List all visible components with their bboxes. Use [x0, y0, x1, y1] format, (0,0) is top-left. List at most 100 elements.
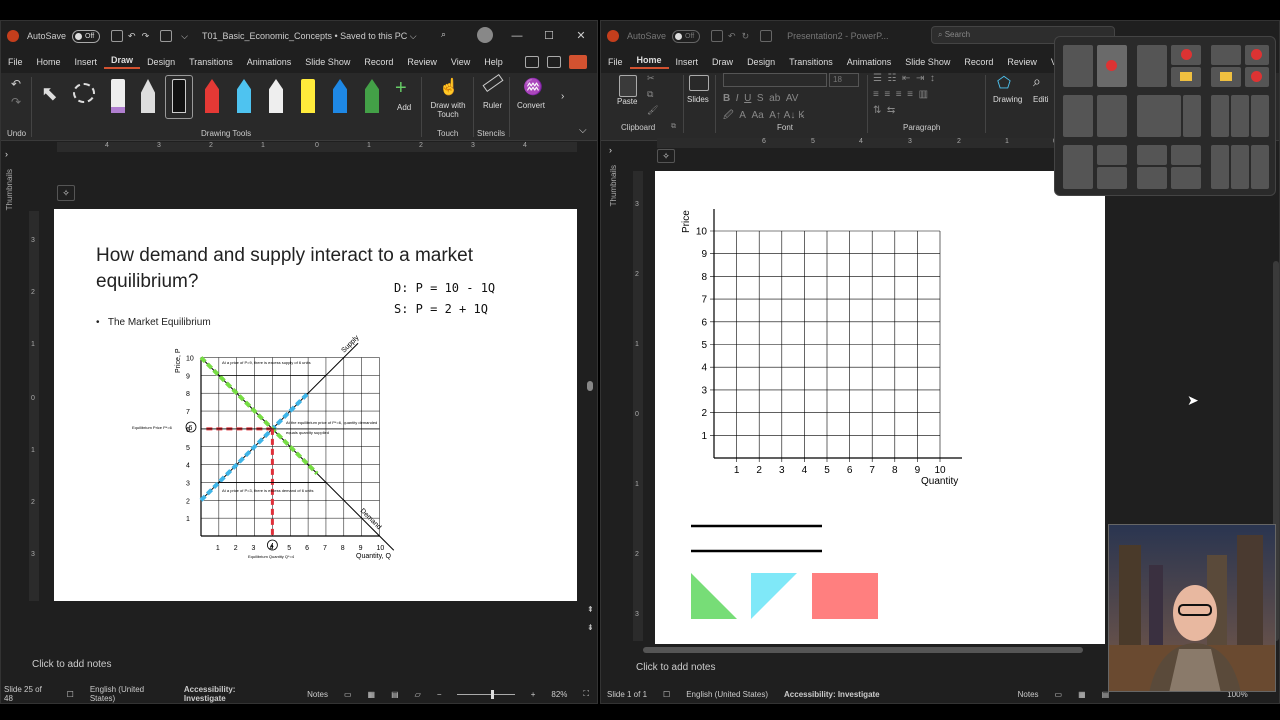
- paste-icon[interactable]: [619, 75, 637, 97]
- zoom-slider[interactable]: [457, 689, 515, 699]
- snap-zone[interactable]: [1097, 45, 1127, 87]
- snap-zone[interactable]: [1097, 95, 1127, 137]
- snap-zone[interactable]: [1137, 145, 1167, 165]
- font-size-box[interactable]: 18: [829, 73, 859, 87]
- undo-icon[interactable]: ↶: [128, 31, 136, 42]
- pen-green-icon[interactable]: [365, 79, 379, 113]
- minimize-button[interactable]: —: [501, 21, 533, 51]
- copy-icon[interactable]: ⧉: [647, 89, 653, 100]
- add-pen-label[interactable]: Add: [397, 103, 411, 112]
- designer-icon[interactable]: ✧: [657, 149, 675, 163]
- share-button[interactable]: [569, 55, 587, 69]
- tab-file[interactable]: File: [1, 57, 30, 67]
- accessibility-status[interactable]: Accessibility: Investigate: [184, 685, 275, 703]
- tab-slide-show[interactable]: Slide Show: [298, 57, 357, 67]
- save-icon[interactable]: [711, 30, 724, 42]
- convert-icon[interactable]: ♒: [523, 77, 543, 97]
- zoom-level[interactable]: 82%: [551, 690, 567, 699]
- autosave-toggle[interactable]: Off: [72, 29, 101, 43]
- redo-icon[interactable]: ↻: [742, 31, 750, 42]
- align-icons[interactable]: ≡ ≡ ≡ ≡ ▥: [873, 89, 928, 100]
- undo-icon[interactable]: ↶: [728, 31, 736, 42]
- accessibility-status[interactable]: Accessibility: Investigate: [784, 690, 880, 699]
- slide-scrollbar-thumb[interactable]: [587, 381, 593, 391]
- customize-qat-icon[interactable]: ⌵: [181, 31, 188, 42]
- slide-counter[interactable]: Slide 25 of 48: [4, 685, 51, 703]
- avatar[interactable]: [477, 27, 493, 43]
- format-painter-icon[interactable]: 🖌: [647, 105, 658, 116]
- notes-toggle[interactable]: Notes: [307, 690, 328, 699]
- record-icon[interactable]: [525, 56, 539, 68]
- snap-zone[interactable]: [1231, 145, 1249, 189]
- snap-zone[interactable]: [1097, 167, 1127, 189]
- tab-transitions[interactable]: Transitions: [182, 57, 240, 67]
- notes-toggle[interactable]: Notes: [1018, 690, 1039, 699]
- tab-view[interactable]: View: [444, 57, 477, 67]
- green-triangle-swatch[interactable]: [691, 573, 737, 619]
- snap-zone[interactable]: [1137, 45, 1167, 87]
- right-slide-canvas[interactable]: 1 2 3 4 5 6 7 8 9 10 1 2 3 4 5 6 7 8 9 10 Price Quantity: [655, 171, 1105, 644]
- close-button[interactable]: ✕: [565, 21, 597, 51]
- expand-thumbnails-icon[interactable]: ›: [5, 149, 8, 159]
- tab-insert[interactable]: Insert: [669, 57, 706, 67]
- tab-record[interactable]: Record: [357, 57, 400, 67]
- snap-zone[interactable]: [1171, 167, 1201, 189]
- blue-triangle-swatch[interactable]: [751, 573, 797, 619]
- tab-animations[interactable]: Animations: [840, 57, 899, 67]
- prev-slide-icon[interactable]: ⇞: [587, 605, 594, 614]
- ribbon-scroll-right-icon[interactable]: ›: [561, 91, 564, 102]
- snap-zone[interactable]: [1211, 45, 1241, 65]
- eraser-icon[interactable]: [111, 79, 125, 113]
- snap-zone[interactable]: [1251, 145, 1269, 189]
- snap-zone[interactable]: [1137, 95, 1181, 137]
- snap-zone[interactable]: [1183, 95, 1201, 137]
- pen-white-icon[interactable]: [269, 79, 283, 113]
- notes-placeholder[interactable]: Click to add notes: [32, 659, 112, 670]
- slideshow-view-icon[interactable]: ▱: [415, 690, 421, 699]
- snap-zone[interactable]: [1063, 45, 1093, 87]
- snap-zone[interactable]: [1097, 145, 1127, 165]
- snap-zone[interactable]: [1211, 67, 1241, 87]
- spellcheck-icon[interactable]: ☐: [663, 690, 670, 699]
- horizontal-scrollbar[interactable]: [643, 647, 1083, 653]
- notes-placeholder[interactable]: Click to add notes: [636, 662, 716, 673]
- tab-file[interactable]: File: [601, 57, 630, 67]
- tab-record[interactable]: Record: [957, 57, 1000, 67]
- snap-zone[interactable]: [1171, 145, 1201, 165]
- tab-home[interactable]: Home: [30, 57, 68, 67]
- paragraph-extra-icons[interactable]: ⇅ ⇆: [873, 105, 895, 116]
- list-icons[interactable]: ☰ ☷ ⇤ ⇥ ↕: [873, 73, 935, 84]
- snap-zone[interactable]: [1063, 95, 1093, 137]
- snap-zone[interactable]: [1231, 95, 1249, 137]
- paste-label[interactable]: Paste: [617, 97, 637, 106]
- redo-ribbon-icon[interactable]: ↷: [11, 95, 21, 109]
- normal-view-icon[interactable]: ▭: [1055, 690, 1063, 699]
- draw-with-touch-icon[interactable]: ☝: [439, 77, 459, 97]
- pen-black-icon[interactable]: [172, 79, 186, 113]
- select-tool-icon[interactable]: ⬉: [41, 81, 58, 106]
- document-title[interactable]: T01_Basic_Economic_Concepts • Saved to t…: [202, 31, 417, 42]
- drawing-label[interactable]: Drawing: [993, 95, 1022, 104]
- red-rectangle-swatch[interactable]: [812, 573, 878, 619]
- tab-help[interactable]: Help: [477, 57, 510, 67]
- pen-lightblue-icon[interactable]: [237, 79, 251, 113]
- tab-design[interactable]: Design: [740, 57, 782, 67]
- tab-transitions[interactable]: Transitions: [782, 57, 840, 67]
- ruler-icon[interactable]: [482, 73, 504, 93]
- maximize-button[interactable]: ☐: [533, 21, 565, 51]
- normal-view-icon[interactable]: ▭: [344, 690, 352, 699]
- zoom-out-icon[interactable]: −: [437, 690, 442, 699]
- clipboard-launcher-icon[interactable]: ⧉: [671, 123, 676, 131]
- cut-icon[interactable]: ✂: [647, 73, 655, 84]
- tab-draw[interactable]: Draw: [705, 57, 740, 67]
- zoom-in-icon[interactable]: +: [531, 690, 536, 699]
- slide-sorter-icon[interactable]: ▦: [1078, 690, 1086, 699]
- snap-zone[interactable]: [1251, 95, 1269, 137]
- snap-zone[interactable]: [1245, 45, 1269, 65]
- pen-red-icon[interactable]: [205, 79, 219, 113]
- comments-icon[interactable]: [547, 56, 561, 68]
- search-icon[interactable]: ⌕: [441, 29, 446, 40]
- pen-black-outline-icon[interactable]: [141, 79, 155, 113]
- tab-design[interactable]: Design: [140, 57, 182, 67]
- pen-blue-icon[interactable]: [333, 79, 347, 113]
